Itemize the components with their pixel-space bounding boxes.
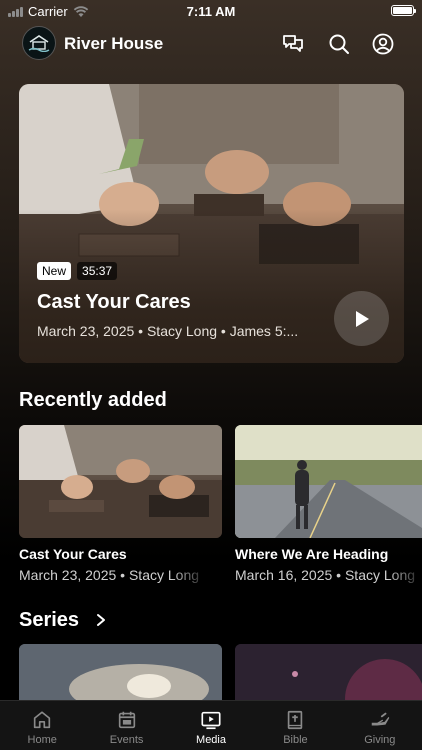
chevron-right-icon[interactable]	[94, 612, 108, 628]
duration-badge: 35:37	[77, 262, 118, 280]
tab-label: Giving	[364, 734, 396, 746]
search-icon[interactable]	[327, 32, 351, 56]
praying-hands-thumbnail	[19, 425, 222, 538]
bible-icon	[288, 710, 303, 730]
road-walker-thumbnail	[235, 425, 422, 538]
app-header: River House	[0, 26, 422, 62]
card-meta: March 23, 2025 • Stacy Long	[19, 567, 200, 583]
giving-hand-icon	[371, 712, 389, 726]
new-badge: New	[37, 262, 72, 280]
account-icon[interactable]	[371, 32, 395, 56]
battery-icon	[391, 5, 416, 16]
tab-bible[interactable]: Bible	[253, 701, 337, 750]
featured-sermon-card[interactable]: New 35:37 Cast Your Cares March 23, 2025…	[19, 84, 404, 363]
calendar-icon	[118, 711, 135, 729]
bottom-tab-bar: Home Events Media Bible Giving	[0, 700, 422, 750]
tab-label: Home	[27, 734, 57, 746]
hero-badges: New 35:37	[37, 262, 118, 280]
series-heading[interactable]: Series	[19, 609, 79, 632]
hero-title: Cast Your Cares	[37, 291, 191, 313]
media-play-icon	[201, 711, 221, 730]
app-title: River House	[64, 34, 164, 53]
media-card-cast-your-cares[interactable]	[19, 425, 222, 538]
app-screen: Carrier 7:11 AM River House New 35:37 Ca…	[0, 0, 422, 750]
tab-media[interactable]: Media	[169, 701, 253, 750]
play-button[interactable]	[334, 291, 389, 346]
play-icon	[355, 310, 369, 327]
tab-events[interactable]: Events	[84, 701, 168, 750]
tab-label: Media	[196, 734, 226, 746]
church-logo[interactable]	[22, 26, 56, 60]
media-card-where-we-are-heading[interactable]	[235, 425, 422, 538]
status-time: 7:11 AM	[186, 4, 236, 19]
chat-icon[interactable]	[281, 32, 305, 56]
status-bar: Carrier 7:11 AM	[0, 0, 422, 22]
recently-added-heading: Recently added	[19, 389, 167, 411]
home-icon	[34, 711, 51, 729]
card-title: Where We Are Heading	[235, 546, 389, 562]
tab-home[interactable]: Home	[0, 701, 84, 750]
card-title: Cast Your Cares	[19, 546, 127, 562]
tab-giving[interactable]: Giving	[338, 701, 422, 750]
tab-label: Bible	[283, 734, 308, 746]
card-meta: March 16, 2025 • Stacy Long	[235, 567, 416, 583]
logo-mark-icon	[28, 35, 50, 52]
hero-meta: March 23, 2025 • Stacy Long • James 5:..…	[37, 323, 299, 339]
tab-label: Events	[109, 734, 144, 746]
